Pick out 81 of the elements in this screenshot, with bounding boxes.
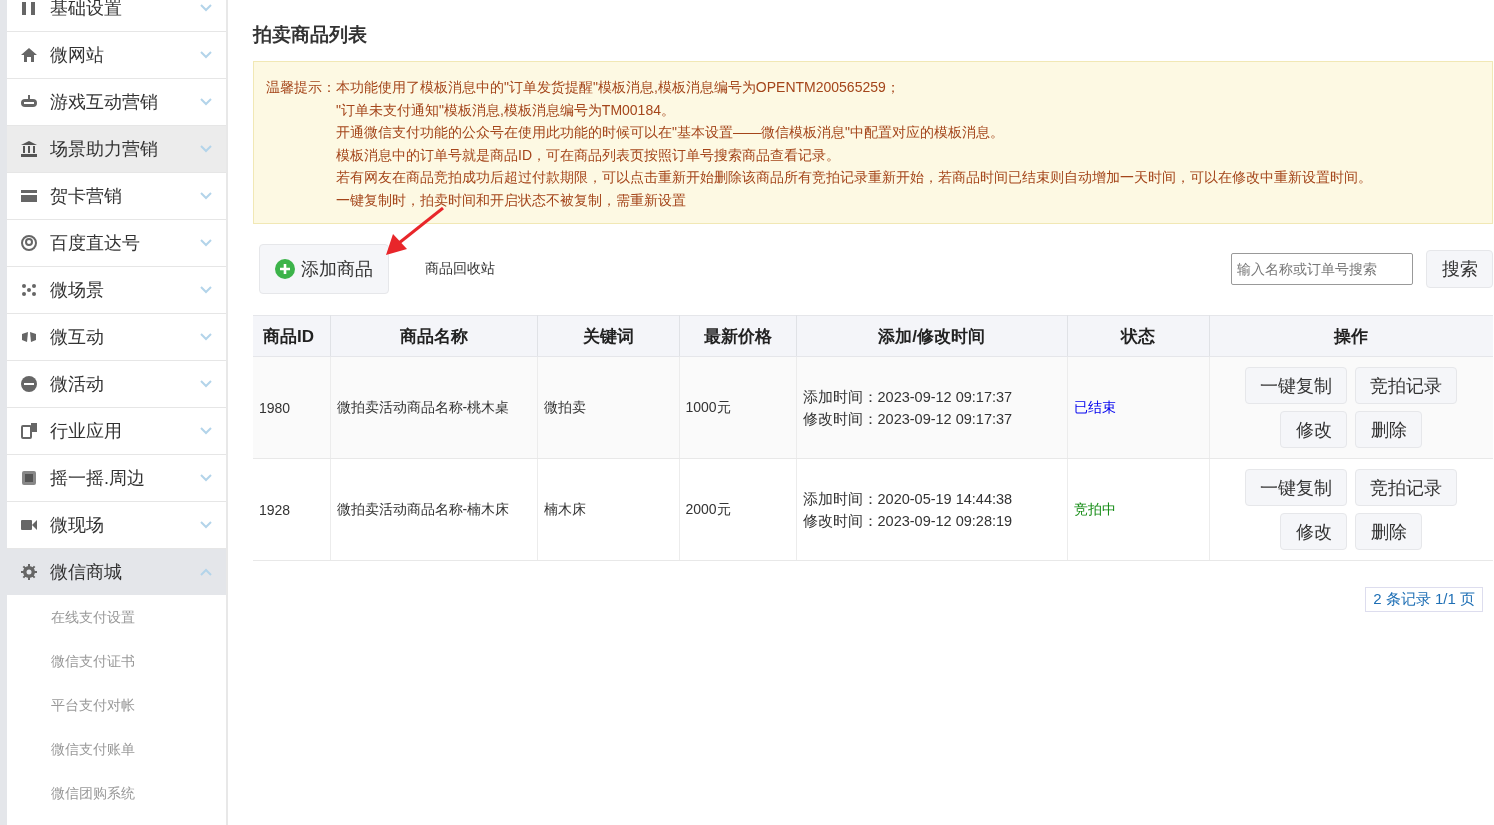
chevron-up-icon: [200, 568, 212, 576]
grid-icon: [20, 0, 38, 17]
gear-icon: [20, 563, 38, 581]
chevron-down-icon: [200, 51, 212, 59]
chevron-down-icon: [200, 286, 212, 294]
card-icon: [20, 187, 38, 205]
sidebar-label: 微现场: [50, 514, 105, 537]
chevron-down-icon: [200, 239, 212, 247]
column-header: 状态: [1067, 315, 1209, 357]
added-time: 添加时间：2020-05-19 14:44:38: [802, 489, 1014, 509]
action-button[interactable]: 一键复制: [1245, 469, 1348, 506]
page-title: 拍卖商品列表: [253, 23, 368, 47]
square-icon: [20, 469, 38, 487]
notice-text: 开通微信支付功能的公众号在使用此功能的时候可以在"基本设置——微信模板消息"中配置对应的模板消息。: [336, 123, 1005, 142]
sidebar-item[interactable]: 基础设置: [7, 0, 226, 32]
chevron-down-icon: [200, 427, 212, 435]
notice-text: 本功能使用了模板消息中的"订单发货提醒"模板消息,模板消息编号为OPENTM200565259；: [336, 78, 901, 97]
action-button[interactable]: 删除: [1355, 411, 1423, 448]
notice-text: 一键复制时，拍卖时间和开启状态不被复制，需重新设置: [336, 190, 687, 210]
recycle-bin-link[interactable]: 商品回收站: [425, 260, 495, 278]
chevron-down-icon: [200, 4, 212, 12]
chevron-down-icon: [200, 521, 212, 529]
sidebar-label: 行业应用: [50, 420, 123, 443]
notice-text: 若有网友在商品竞拍成功后超过付款期限，可以点击重新开始删除该商品所有竞拍记录重新开始，若商品时间已结束则自动增加一天时间，可以在修改中重新设置时间。: [336, 168, 1372, 187]
action-button[interactable]: 修改: [1280, 411, 1348, 448]
chevron-down-icon: [200, 380, 212, 388]
sidebar-label: 微场景: [50, 279, 105, 302]
status-text: 已结束: [1073, 398, 1116, 415]
sidebar-item[interactable]: 微信商城: [7, 549, 226, 595]
column-header: 添加/修改时间: [796, 315, 1067, 357]
sidebar-label: 游戏互动营销: [50, 91, 159, 114]
column-header: 商品ID: [253, 315, 330, 357]
sidebar-label: 基础设置: [50, 0, 123, 20]
column-header: 最新价格: [679, 315, 796, 357]
dots-icon: [20, 281, 38, 299]
sidebar-label: 场景助力营销: [50, 138, 159, 161]
column-header: 商品名称: [330, 315, 537, 357]
chevron-down-icon: [200, 474, 212, 482]
table-cell: 1928: [253, 458, 330, 561]
sidebar-label: 摇一摇.周边: [50, 467, 146, 490]
status-text: 竞拍中: [1073, 500, 1116, 517]
column-header: 关键词: [537, 315, 679, 357]
notice-text: 模板消息中的订单号就是商品ID，可在商品列表页按照订单号搜索商品查看记录。: [336, 145, 841, 165]
plus-icon: [275, 259, 295, 279]
person-circle-icon: [20, 234, 38, 252]
action-button[interactable]: 一键复制: [1245, 367, 1348, 404]
table-cell: 2000元: [679, 458, 796, 561]
table-cell: 微拍卖活动商品名称-楠木床: [330, 458, 537, 561]
action-button[interactable]: 删除: [1355, 513, 1423, 550]
action-button[interactable]: 竞拍记录: [1355, 469, 1458, 506]
chevron-down-icon: [200, 145, 212, 153]
sidebar-label: 贺卡营销: [50, 185, 123, 208]
sidebar-label: 微信商城: [50, 561, 123, 584]
chevron-down-icon: [200, 98, 212, 106]
table-cell: 楠木床: [537, 458, 679, 561]
search-field[interactable]: 输入名称或订单号搜索: [1231, 253, 1413, 285]
table-cell: 微拍卖: [537, 356, 679, 459]
window-icon: [20, 422, 38, 440]
add-product-button[interactable]: 添加商品: [259, 244, 389, 294]
chevron-down-icon: [200, 333, 212, 341]
house-icon: [20, 46, 38, 64]
sidebar-label: 百度直达号: [50, 232, 141, 255]
table-cell: 1000元: [679, 356, 796, 459]
modified-time: 修改时间：2023-09-12 09:17:37: [802, 409, 1014, 429]
pagination-info: 2 条记录 1/1 页: [1365, 587, 1483, 612]
table-cell: 1980: [253, 356, 330, 459]
bank-icon: [20, 140, 38, 158]
added-time: 添加时间：2023-09-12 09:17:37: [802, 387, 1014, 407]
table-cell: 微拍卖活动商品名称-桃木桌: [330, 356, 537, 459]
notice-text: "订单未支付通知"模板消息,模板消息编号为TM00184。: [336, 100, 676, 120]
action-button[interactable]: 竞拍记录: [1355, 367, 1458, 404]
chevron-down-icon: [200, 192, 212, 200]
modified-time: 修改时间：2023-09-12 09:28:19: [802, 511, 1014, 531]
notice-label: 温馨提示：: [266, 78, 336, 97]
sidebar-label: 微网站: [50, 44, 105, 67]
sidebar-item[interactable]: 场景助力营销: [7, 126, 226, 173]
column-header: 操作: [1209, 315, 1493, 357]
sidebar-label: 微互动: [50, 326, 105, 349]
action-button[interactable]: 修改: [1280, 513, 1348, 550]
search-button[interactable]: 搜索: [1426, 250, 1493, 288]
sidebar-label: 微活动: [50, 373, 105, 396]
